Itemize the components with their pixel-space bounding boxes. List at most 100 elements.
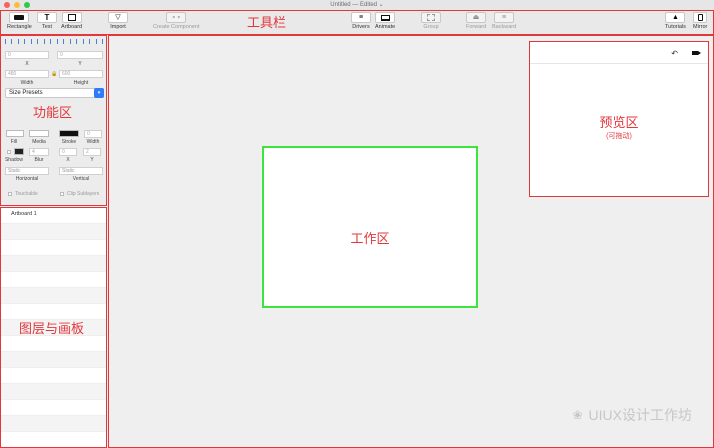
fill-swatch[interactable]	[6, 130, 24, 137]
layer-row	[1, 224, 106, 240]
toolbar: Rectangle T Text Artboard ▽ Import ⚬⚬ Cr…	[0, 10, 714, 35]
artboard-tool[interactable]: Artboard	[61, 12, 82, 30]
text-icon: T	[44, 12, 50, 22]
shadow-y-label: Y	[90, 157, 94, 163]
y-input[interactable]: 0	[57, 51, 103, 59]
layer-row	[1, 272, 106, 288]
media-label: Media	[32, 139, 46, 145]
x-input[interactable]: 0	[5, 51, 49, 59]
fill-label: Fill	[10, 139, 18, 145]
layer-row	[1, 240, 106, 256]
shadow-x-input[interactable]: 0	[59, 148, 77, 156]
width-label: Width	[20, 80, 34, 86]
horizontal-label: Horizontal	[15, 176, 39, 182]
align-left-icon[interactable]	[5, 39, 12, 44]
shadow-label: Shadow	[4, 157, 24, 163]
touchable-checkbox[interactable]	[8, 192, 12, 196]
align-center-icon[interactable]	[18, 39, 25, 44]
artboard-icon	[67, 14, 76, 21]
size-presets-select[interactable]: Size Presets ▾	[5, 88, 104, 98]
align-top-icon[interactable]	[44, 39, 51, 44]
mirror-button[interactable]: Mirror	[693, 12, 707, 30]
preview-annotation: 预览区	[599, 115, 639, 130]
width-input[interactable]: 480	[5, 70, 49, 78]
animate-button[interactable]: Animate	[375, 12, 395, 30]
undo-icon[interactable]: ↶	[671, 49, 678, 58]
import-icon: ▽	[115, 14, 121, 21]
horizontal-constraint-select[interactable]: Static	[5, 167, 49, 175]
blur-input[interactable]: 4	[29, 148, 49, 156]
align-bottom-icon[interactable]	[70, 39, 77, 44]
alignment-toolbar	[5, 39, 103, 45]
distribute-vertical-icon[interactable]	[96, 39, 103, 44]
tutorials-button[interactable]: ▲ Tutorials	[665, 12, 686, 30]
media-swatch[interactable]	[29, 130, 49, 137]
backward-button[interactable]: ≡ Backward	[492, 12, 516, 30]
properties-annotation: 功能区	[33, 105, 73, 120]
layer-row	[1, 384, 106, 400]
align-right-icon[interactable]	[31, 39, 38, 44]
import-button[interactable]: ▽ Import	[108, 12, 128, 30]
forward-button[interactable]: ⏏ Forward	[466, 12, 486, 30]
toolbar-annotation: 工具栏	[247, 15, 287, 30]
graduation-cap-icon: ▲	[671, 14, 679, 21]
video-camera-icon[interactable]	[692, 51, 701, 55]
stroke-width-input[interactable]: 0	[84, 130, 102, 138]
preview-header: ↶	[530, 42, 708, 64]
bring-forward-icon: ⏏	[472, 14, 480, 21]
layer-row	[1, 288, 106, 304]
group-icon	[427, 14, 435, 21]
layer-row	[1, 352, 106, 368]
touchable-label: Touchable	[15, 191, 38, 197]
y-label: Y	[78, 61, 82, 67]
layer-row	[1, 256, 106, 272]
create-component-button[interactable]: ⚬⚬ Create Component	[153, 12, 199, 30]
properties-panel: 0 0 X Y 480 🔒 600 Width Height Size Pres…	[0, 35, 107, 206]
wechat-icon: ❀	[572, 408, 583, 422]
layer-row-artboard-1[interactable]: Artboard 1	[1, 208, 106, 224]
shadow-x-label: X	[66, 157, 70, 163]
rectangle-icon	[14, 15, 25, 20]
drivers-button[interactable]: ≡ Drivers	[351, 12, 371, 30]
layer-row	[1, 400, 106, 416]
distribute-horizontal-icon[interactable]	[83, 39, 90, 44]
text-tool[interactable]: T Text	[37, 12, 57, 30]
shadow-y-input[interactable]: 2	[83, 148, 101, 156]
layers-annotation: 图层与画板	[19, 321, 85, 336]
phone-icon	[697, 14, 703, 21]
component-icon: ⚬⚬	[171, 15, 182, 21]
preview-window[interactable]: ↶ 预览区 (可拖动)	[529, 41, 709, 197]
stroke-swatch[interactable]	[59, 130, 79, 137]
height-input[interactable]: 600	[59, 70, 103, 78]
artboard[interactable]: 工作区	[262, 146, 478, 308]
layers-panel: Artboard 1 图层与画板	[0, 207, 107, 448]
shadow-color-swatch[interactable]	[14, 148, 24, 155]
chevron-down-icon: ▾	[94, 88, 104, 98]
blur-label: Blur	[34, 157, 44, 163]
group-button[interactable]: Group	[421, 12, 441, 30]
stroke-label: Stroke	[61, 139, 77, 145]
align-middle-icon[interactable]	[57, 39, 64, 44]
send-backward-icon: ≡	[502, 14, 507, 21]
layer-row	[1, 368, 106, 384]
layer-row	[1, 432, 106, 447]
x-label: X	[25, 61, 29, 67]
vertical-label: Vertical	[72, 176, 90, 182]
lock-icon[interactable]: 🔒	[51, 71, 57, 77]
vertical-constraint-select[interactable]: Static	[59, 167, 103, 175]
watermark-text: UIUX设计工作坊	[588, 407, 692, 423]
rectangle-tool[interactable]: Rectangle	[7, 12, 32, 30]
clip-sublayers-label: Clip Sublayers	[67, 191, 100, 197]
title-bar: Untitled — Edited ⌄	[0, 0, 714, 10]
clip-sublayers-checkbox[interactable]	[60, 192, 64, 196]
watermark: ❀ UIUX设计工作坊	[572, 405, 692, 425]
window-title: Untitled — Edited ⌄	[330, 2, 384, 8]
drivers-icon: ≡	[358, 14, 364, 21]
layer-row	[1, 336, 106, 352]
workspace-annotation: 工作区	[350, 231, 390, 246]
layer-row	[1, 416, 106, 432]
shadow-checkbox[interactable]	[7, 150, 11, 154]
stroke-width-label: Width	[86, 139, 100, 145]
animate-icon	[380, 14, 390, 21]
preview-annotation-sub: (可拖动)	[606, 133, 632, 140]
